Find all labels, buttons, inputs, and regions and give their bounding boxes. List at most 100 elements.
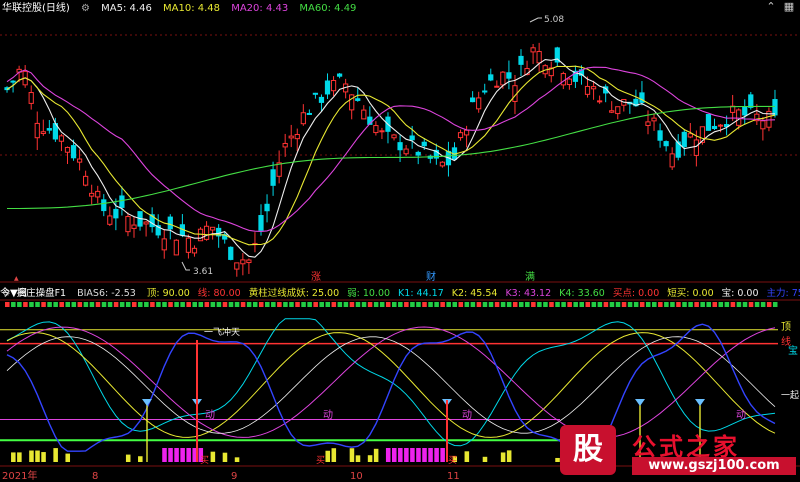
candle-body	[288, 135, 294, 139]
signal-box	[83, 302, 89, 307]
candle-body	[101, 199, 107, 212]
candle-body	[379, 130, 385, 133]
candle-body	[651, 117, 657, 122]
settings-icon[interactable]: ⚙	[81, 3, 90, 14]
high-label: 5.08	[544, 15, 564, 25]
osc-bar	[385, 448, 391, 462]
candle-body	[28, 92, 34, 104]
osc-bar	[125, 454, 131, 462]
dong-label: 动	[736, 409, 746, 421]
signal-box	[325, 302, 331, 307]
main-title[interactable]: 华联控股(日线)	[2, 3, 70, 14]
signal-box	[59, 302, 64, 307]
ma10-legend: MA10: 4.48	[163, 3, 220, 14]
signal-box	[198, 302, 204, 307]
signal-box	[694, 302, 699, 307]
period-selector[interactable]: 今▼日	[0, 286, 798, 301]
signal-box	[11, 302, 16, 307]
signal-box	[488, 302, 494, 307]
osc-bar	[410, 448, 415, 462]
candle-body	[488, 74, 494, 81]
candle-body	[711, 125, 718, 130]
x-tick-3: 10	[350, 471, 363, 482]
signal-box	[561, 302, 566, 307]
x-tick-2: 9	[231, 471, 238, 482]
ma20-label: MA20:	[231, 3, 263, 14]
signal-box	[265, 302, 270, 307]
candle-body	[669, 153, 675, 168]
signal-box	[706, 302, 711, 307]
osc-bar	[440, 448, 445, 462]
x-tick-4: 11	[447, 471, 460, 482]
candle-body	[494, 85, 500, 88]
signal-box	[494, 302, 500, 307]
watermark-url: www.gszj100.com	[632, 457, 796, 475]
osc-bar	[404, 448, 409, 462]
main-header: 华联控股(日线) ⚙ MA5: 4.46 MA10: 4.48 MA20: 4.…	[2, 1, 364, 16]
event-marker: 财	[426, 270, 436, 283]
osc-bar	[331, 448, 337, 462]
osc-bar	[392, 448, 397, 462]
x-tick-1: 8	[92, 471, 99, 482]
ma60-value: 4.49	[334, 3, 357, 14]
signal-box	[428, 302, 433, 307]
dong-label: 动	[323, 409, 333, 421]
signal-box	[658, 302, 663, 307]
osc-bar	[482, 456, 488, 462]
osc-bar	[138, 456, 143, 462]
ma10-label: MA10:	[163, 3, 195, 14]
signal-box	[41, 302, 46, 307]
candle-body	[645, 121, 651, 126]
signal-box	[579, 302, 584, 307]
candle-body	[258, 215, 264, 231]
osc-bar	[398, 448, 403, 462]
signal-box	[549, 302, 554, 307]
signal-box	[567, 302, 572, 307]
candle-body	[518, 55, 524, 65]
candle-body	[361, 109, 367, 120]
candle-body	[234, 262, 240, 270]
signal-box	[313, 302, 318, 307]
candle-body	[210, 226, 216, 231]
signal-box	[234, 302, 240, 307]
osc-bar	[434, 448, 439, 462]
candle-body	[294, 133, 300, 140]
candle-body	[228, 246, 234, 260]
signal-box	[277, 302, 282, 307]
signal-box	[742, 302, 748, 307]
candle-body	[240, 259, 246, 265]
signal-box	[748, 302, 754, 307]
signal-box	[512, 302, 518, 307]
candle-body	[403, 148, 409, 155]
osc-bar	[506, 450, 512, 462]
signal-box	[252, 302, 258, 307]
candle-body	[681, 131, 687, 148]
candle-body	[609, 110, 615, 113]
k2-line	[6, 332, 776, 438]
signal-box	[525, 302, 530, 307]
signal-box	[627, 302, 633, 307]
signal-box	[138, 302, 143, 307]
osc-bar	[35, 450, 40, 462]
osc-bar	[186, 448, 191, 462]
osc-bar	[367, 455, 373, 462]
signal-box	[367, 302, 373, 307]
signal-box	[301, 302, 306, 307]
candle-body	[748, 94, 754, 108]
right-label-yiqi: 一起	[781, 391, 800, 401]
k4-line	[6, 336, 776, 434]
grid-icon[interactable]: ▦	[782, 0, 796, 14]
chart-stage: 5.08 3.61 涨 财 满 ▲ 一飞冲天动 动 动 动买 买 买 华联控股(日线) ⚙ MA5: …	[0, 0, 800, 482]
candle-body	[560, 73, 566, 86]
signal-box	[724, 302, 730, 307]
osc-bar	[464, 451, 470, 462]
signal-box	[482, 302, 488, 307]
signal-box	[29, 302, 34, 307]
expand-icon[interactable]: ⌃	[764, 0, 778, 14]
candle-body	[772, 99, 778, 116]
signal-box	[603, 302, 609, 307]
osc-bar	[500, 452, 506, 462]
candle-body	[76, 158, 83, 163]
signal-box	[597, 302, 603, 307]
signal-box	[555, 302, 560, 307]
